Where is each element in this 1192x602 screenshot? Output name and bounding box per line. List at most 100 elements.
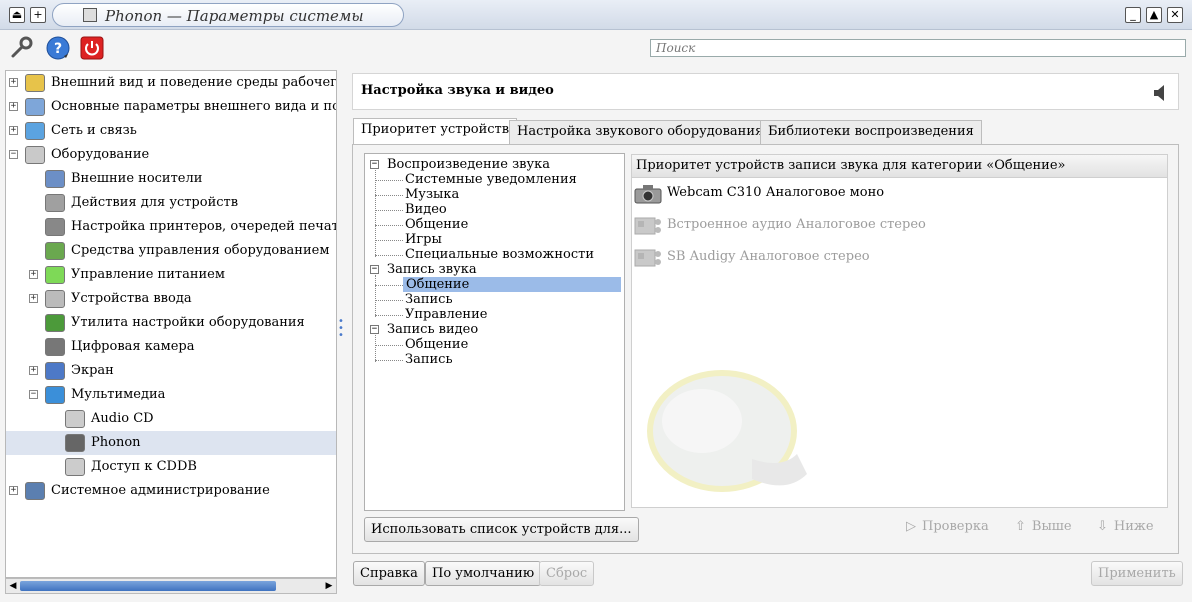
expand-icon[interactable]: + (9, 102, 18, 111)
help-icon[interactable]: ? (46, 36, 70, 60)
expand-icon[interactable]: + (29, 270, 38, 279)
sidebar-item[interactable]: Утилита настройки оборудования (6, 311, 336, 335)
horizontal-scrollbar[interactable]: ◀ ▶ (5, 578, 337, 594)
sidebar-item[interactable]: + Управление питанием (6, 263, 336, 287)
defaults-button[interactable]: По умолчанию (425, 561, 542, 586)
scrollbar-thumb[interactable] (20, 581, 276, 591)
app-icon (83, 8, 97, 22)
move-down-label: Ниже (1113, 519, 1154, 534)
category-group[interactable]: Воспроизведение звука (387, 157, 550, 172)
expand-icon[interactable]: + (9, 78, 18, 87)
expand-icon[interactable]: + (9, 486, 18, 495)
sidebar-item[interactable]: Настройка принтеров, очередей печати (6, 215, 336, 239)
sidebar-item[interactable]: Средства управления оборудованием (6, 239, 336, 263)
wrench-icon[interactable] (10, 36, 34, 60)
arrow-down-icon: ⇩ (1097, 519, 1108, 534)
category-item[interactable]: Системные уведомления (405, 172, 577, 187)
collapse-icon[interactable]: − (370, 160, 379, 169)
page-title: Настройка звука и видео (361, 83, 554, 98)
category-item[interactable]: Общение (405, 217, 468, 232)
expand-icon[interactable]: + (29, 366, 38, 375)
tab-device-priority[interactable]: Приоритет устройств (353, 118, 518, 145)
sidebar-item[interactable]: + Системное администрирование (6, 479, 336, 503)
device-row[interactable]: SB Audigy Аналоговое стерео (632, 243, 1167, 273)
move-down-button[interactable]: ⇩ Ниже (1097, 519, 1154, 534)
reset-button[interactable]: Сброс (539, 561, 595, 586)
splitter-handle[interactable]: • • • (338, 317, 344, 342)
sidebar-item[interactable]: Audio CD (6, 407, 336, 431)
window-title: Phonon — Параметры системы (105, 7, 364, 25)
webcam-icon (634, 185, 662, 204)
sidebar-item-label: Системное администрирование (51, 483, 270, 498)
minimize-button[interactable]: _ (1125, 7, 1141, 23)
category-tree[interactable]: + Внешний вид и поведение среды рабочего … (5, 70, 337, 578)
collapse-icon[interactable]: − (29, 390, 38, 399)
sidebar-item[interactable]: Цифровая камера (6, 335, 336, 359)
headphones-icon (45, 386, 65, 404)
category-item[interactable]: Общение (405, 337, 468, 352)
use-device-list-button[interactable]: Использовать список устройств для... (364, 517, 639, 542)
category-item[interactable]: Специальные возможности (405, 247, 594, 262)
scroll-right-icon[interactable]: ▶ (322, 579, 336, 593)
speaker-icon (65, 434, 85, 452)
category-item[interactable]: Запись (405, 292, 453, 307)
sidebar-item[interactable]: + Сеть и связь (6, 119, 336, 143)
power-icon[interactable] (80, 36, 104, 60)
close-button[interactable]: ✕ (1167, 7, 1183, 23)
collapse-icon[interactable]: − (370, 325, 379, 334)
tree-connector (375, 360, 403, 361)
camera-icon (45, 338, 65, 356)
sidebar-item[interactable]: Phonon (6, 431, 336, 455)
sidebar-item[interactable]: + Основные параметры внешнего вида и пове… (6, 95, 336, 119)
sidebar-item[interactable]: − Мультимедиа (6, 383, 336, 407)
category-item[interactable]: Музыка (405, 187, 459, 202)
sidebar-item[interactable]: + Устройства ввода (6, 287, 336, 311)
expand-icon[interactable]: + (29, 294, 38, 303)
move-up-button[interactable]: ⇧ Выше (1015, 519, 1072, 534)
device-category-tree[interactable]: − Воспроизведение звука Системные уведомле… (364, 153, 625, 511)
search-input[interactable]: Поиск (650, 39, 1186, 57)
device-row[interactable]: Встроенное аудио Аналоговое стерео (632, 211, 1167, 241)
sidebar-item-label: Внешние носители (71, 171, 203, 186)
sidebar-item-label: Утилита настройки оборудования (71, 315, 305, 330)
category-item[interactable]: Управление (405, 307, 487, 322)
speaker-icon (1154, 85, 1164, 101)
category-item[interactable]: Запись (405, 352, 453, 367)
sidebar-item-label: Средства управления оборудованием (71, 243, 330, 258)
collapse-icon[interactable]: − (370, 265, 379, 274)
window-menu-button[interactable]: ⏏ (9, 7, 25, 23)
help-button[interactable]: Справка (353, 561, 425, 586)
scroll-left-icon[interactable]: ◀ (6, 579, 20, 593)
apply-button[interactable]: Применить (1091, 561, 1183, 586)
sidebar-item-label: Audio CD (91, 411, 154, 426)
pin-button[interactable]: + (30, 7, 46, 23)
category-item[interactable]: Игры (405, 232, 442, 247)
device-row[interactable]: Webcam C310 Аналоговое моно (632, 179, 1167, 209)
sidebar-item[interactable]: + Экран (6, 359, 336, 383)
sidebar-item-label: Цифровая камера (71, 339, 195, 354)
sidebar-item[interactable]: Внешние носители (6, 167, 336, 191)
battery-icon (45, 266, 65, 284)
sidebar-item-label: Оборудование (51, 147, 150, 162)
maximize-button[interactable]: ▲ (1146, 7, 1162, 23)
device-label: SB Audigy Аналоговое стерео (667, 249, 870, 264)
tree-connector (375, 300, 403, 301)
tab-backends[interactable]: Библиотеки воспроизведения (760, 120, 982, 144)
sidebar-item[interactable]: Доступ к CDDB (6, 455, 336, 479)
sidebar-item-label: Phonon (91, 435, 141, 450)
tree-connector (375, 335, 376, 362)
device-list[interactable]: Приоритет устройств записи звука для кат… (631, 154, 1168, 508)
category-group[interactable]: Запись видео (387, 322, 478, 337)
tab-audio-hardware[interactable]: Настройка звукового оборудования (509, 120, 772, 144)
audio-card-icon (634, 249, 661, 267)
category-item[interactable]: Общение (403, 277, 621, 292)
sidebar-item[interactable]: − Оборудование (6, 143, 336, 167)
sidebar-item[interactable]: Действия для устройств (6, 191, 336, 215)
sidebar-item-label: Мультимедиа (71, 387, 166, 402)
expand-icon[interactable]: + (9, 126, 18, 135)
category-item[interactable]: Видео (405, 202, 447, 217)
test-button[interactable]: ▷ Проверка (906, 519, 989, 534)
category-group[interactable]: Запись звука (387, 262, 477, 277)
collapse-icon[interactable]: − (9, 150, 18, 159)
sidebar-item[interactable]: + Внешний вид и поведение среды рабочего … (6, 71, 336, 95)
